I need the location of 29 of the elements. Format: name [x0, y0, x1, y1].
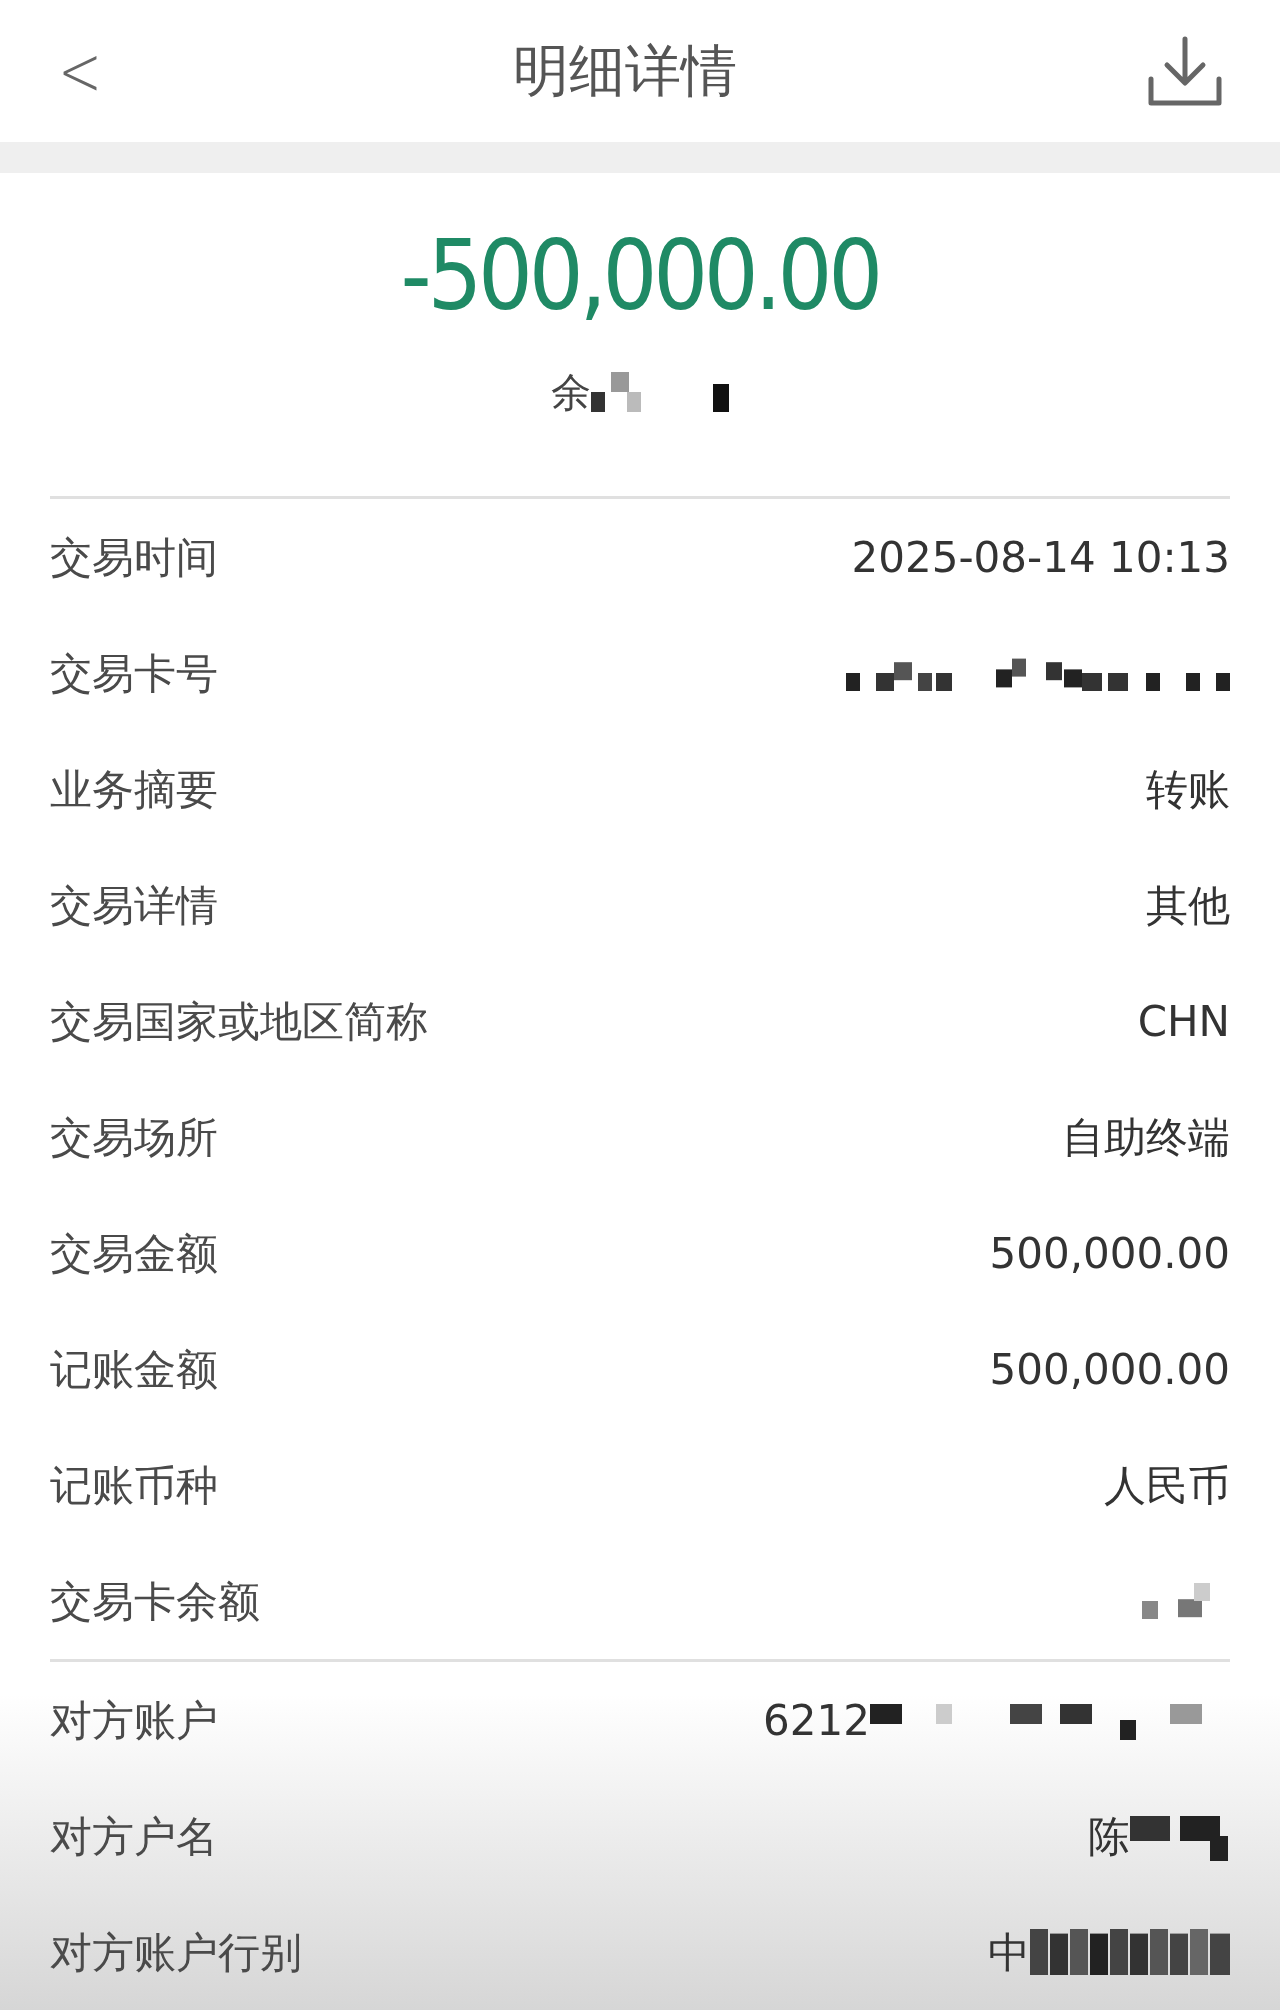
back-button[interactable]: < [57, 36, 103, 107]
detail-value: 500,000.00 [989, 1227, 1230, 1280]
detail-label: 交易详情 [50, 879, 218, 932]
detail-label: 交易时间 [50, 531, 218, 584]
detail-label: 交易国家或地区简称 [50, 995, 428, 1048]
detail-value: 人民币 [1104, 1459, 1230, 1512]
download-icon [1147, 35, 1223, 108]
detail-value: CHN [1137, 995, 1230, 1048]
detail-label: 记账币种 [50, 1459, 218, 1512]
detail-label: 交易金额 [50, 1227, 218, 1280]
detail-value: 转账 [1146, 763, 1230, 816]
transaction-amount: -500,000.00 [400, 228, 880, 325]
detail-value: 6212 [763, 1694, 870, 1747]
detail-value: 2025-08-14 10:13 [851, 531, 1230, 584]
detail-label: 记账金额 [50, 1343, 218, 1396]
detail-label: 交易卡号 [50, 647, 218, 700]
detail-value: 自助终端 [1062, 1111, 1230, 1164]
detail-label: 对方户名 [50, 1810, 218, 1863]
detail-label: 对方账户 [50, 1694, 218, 1747]
page-title: 明细详情 [513, 37, 737, 106]
detail-label: 交易卡余额 [50, 1575, 260, 1628]
detail-value: 中 [988, 1926, 1030, 1979]
detail-value: 500,000.00 [989, 1343, 1230, 1396]
detail-label: 业务摘要 [50, 763, 218, 816]
detail-label: 交易场所 [50, 1111, 218, 1164]
balance-label: 余 [551, 368, 591, 418]
detail-label: 对方账户行别 [50, 1926, 302, 1979]
detail-value: 陈 [1088, 1810, 1130, 1863]
detail-value: 其他 [1146, 879, 1230, 932]
